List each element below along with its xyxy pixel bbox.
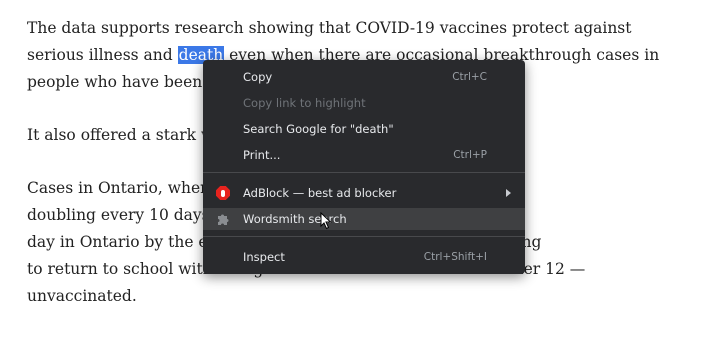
menu-item-label: Print...: [243, 148, 281, 162]
menu-item-copy[interactable]: Copy Ctrl+C: [203, 66, 525, 88]
menu-separator: [203, 236, 525, 237]
menu-item-copy-link: Copy link to highlight: [203, 92, 525, 114]
menu-item-label: Search Google for "death": [243, 122, 394, 136]
menu-item-wordsmith[interactable]: Wordsmith search: [203, 208, 525, 230]
menu-item-label: Inspect: [243, 250, 285, 264]
paragraph-line: unvaccinated.: [27, 287, 137, 305]
mouse-cursor-icon: [320, 211, 332, 234]
menu-item-label: Copy link to highlight: [243, 96, 366, 110]
menu-separator: [203, 172, 525, 173]
menu-item-shortcut: Ctrl+Shift+I: [423, 251, 487, 263]
context-menu: Copy Ctrl+C Copy link to highlight Searc…: [203, 60, 525, 274]
menu-item-print[interactable]: Print... Ctrl+P: [203, 144, 525, 166]
menu-item-shortcut: Ctrl+C: [452, 71, 487, 83]
menu-item-shortcut: Ctrl+P: [453, 149, 487, 161]
paragraph-line: The data supports research showing that …: [27, 19, 632, 37]
menu-item-search-google[interactable]: Search Google for "death": [203, 118, 525, 140]
adblock-icon: [216, 186, 230, 200]
menu-item-inspect[interactable]: Inspect Ctrl+Shift+I: [203, 246, 525, 268]
submenu-arrow-icon: [506, 189, 511, 197]
text-fragment: serious illness and: [27, 46, 178, 64]
puzzle-icon: [216, 212, 230, 226]
menu-item-label: AdBlock — best ad blocker: [243, 186, 397, 200]
menu-item-adblock[interactable]: AdBlock — best ad blocker: [203, 182, 525, 204]
menu-item-label: Copy: [243, 70, 273, 84]
